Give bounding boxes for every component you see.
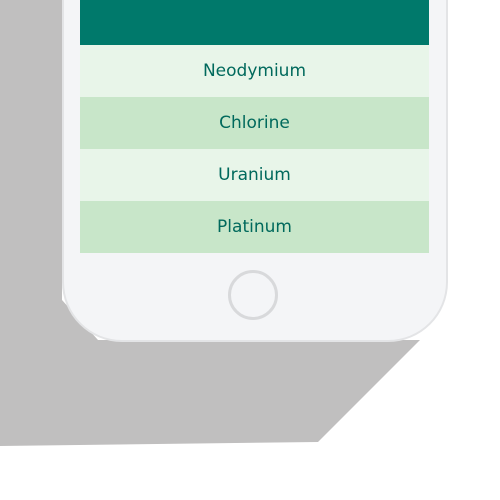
list-item-label: Platinum <box>217 217 292 237</box>
list-item-platinum[interactable]: Platinum <box>80 201 429 253</box>
app-header <box>80 0 429 45</box>
list-item-uranium[interactable]: Uranium <box>80 149 429 201</box>
phone-screen: Neodymium Chlorine Uranium Platinum <box>80 0 429 254</box>
list-item-chlorine[interactable]: Chlorine <box>80 97 429 149</box>
stage: Neodymium Chlorine Uranium Platinum <box>0 0 500 500</box>
element-list: Neodymium Chlorine Uranium Platinum <box>80 45 429 253</box>
list-item-label: Uranium <box>218 165 291 185</box>
list-item-label: Neodymium <box>202 61 307 81</box>
list-item-label: Chlorine <box>219 113 290 133</box>
list-item-neodymium[interactable]: Neodymium <box>80 45 429 97</box>
home-button[interactable] <box>228 270 278 320</box>
